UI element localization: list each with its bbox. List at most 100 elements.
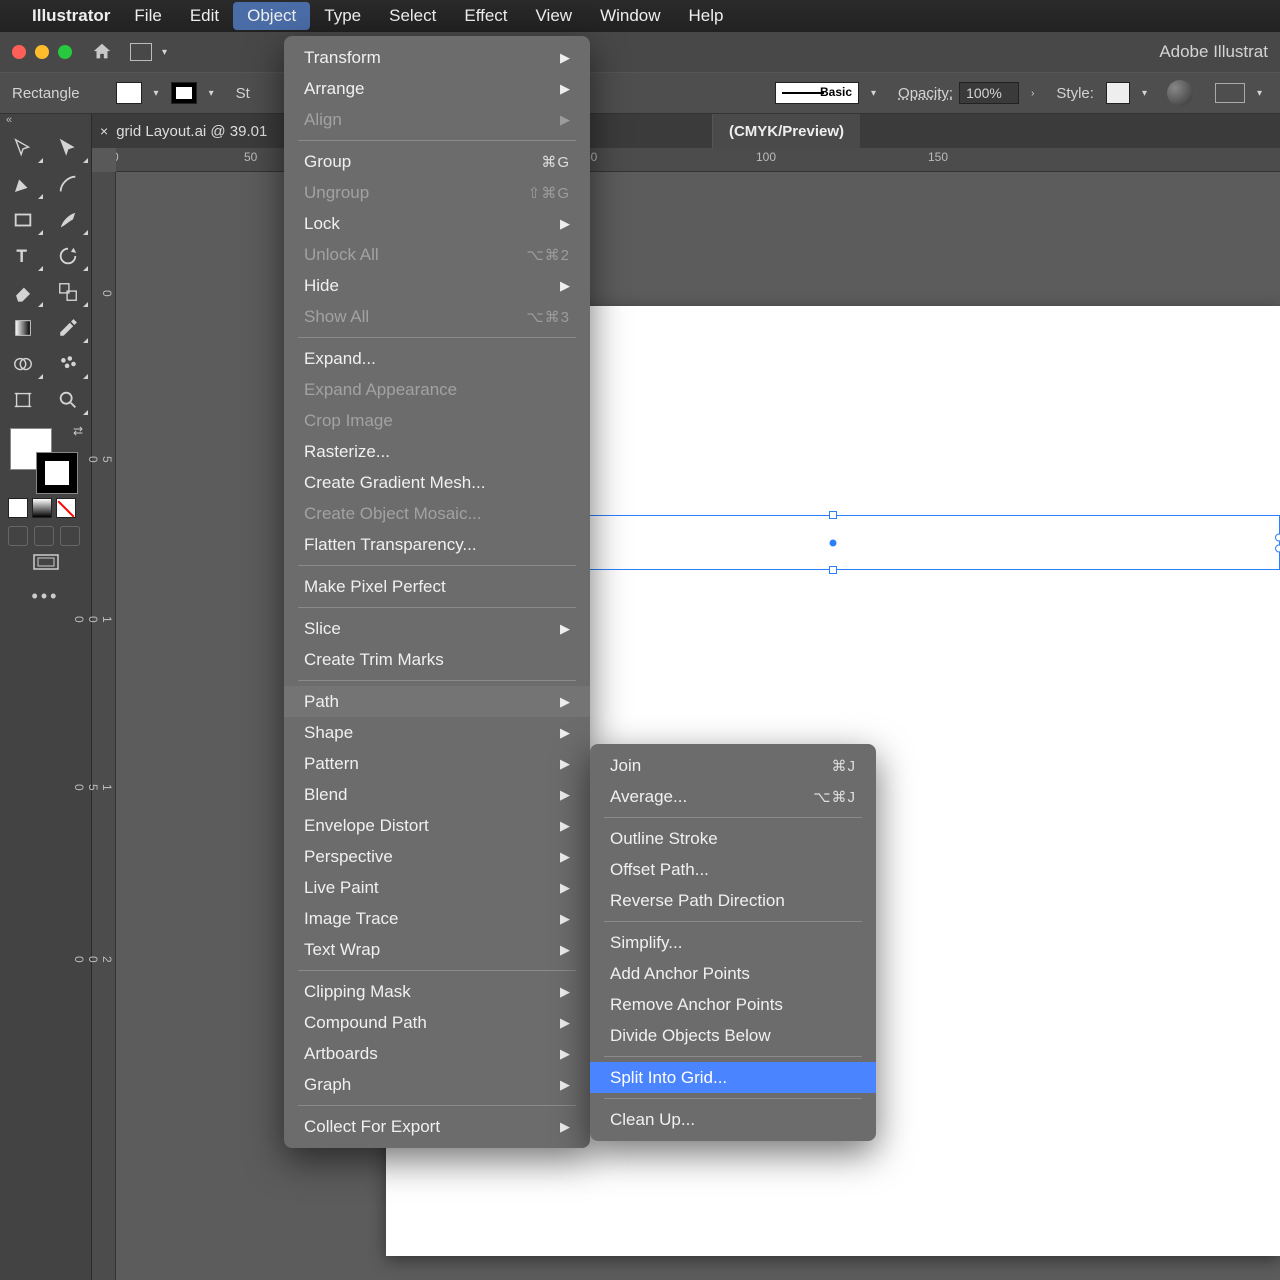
panel-collapse-icon[interactable]: «: [0, 114, 91, 130]
menu-item-make-pixel-perfect[interactable]: Make Pixel Perfect: [284, 571, 590, 602]
doc-setup-icon[interactable]: [1215, 83, 1245, 103]
menu-type[interactable]: Type: [310, 2, 375, 30]
document-tab-label[interactable]: grid Layout.ai @ 39.01: [116, 123, 267, 140]
screen-mode-icon[interactable]: [0, 550, 91, 578]
style-swatch[interactable]: [1106, 82, 1130, 104]
chevron-down-icon[interactable]: ▾: [865, 88, 882, 99]
draw-behind-icon[interactable]: [34, 526, 54, 546]
opacity-label[interactable]: Opacity:: [898, 85, 953, 102]
color-mode-icon[interactable]: [8, 498, 28, 518]
menu-window[interactable]: Window: [586, 2, 674, 30]
eraser-tool-icon[interactable]: [0, 274, 46, 310]
eyedropper-tool-icon[interactable]: [46, 310, 92, 346]
menu-item-outline-stroke[interactable]: Outline Stroke: [590, 823, 876, 854]
swap-fill-stroke-icon[interactable]: ⇄: [73, 424, 83, 438]
stroke-indicator[interactable]: [36, 452, 78, 494]
draw-inside-icon[interactable]: [60, 526, 80, 546]
menu-item-expand[interactable]: Expand...: [284, 343, 590, 374]
recolor-icon[interactable]: [1167, 80, 1193, 106]
menu-item-reverse-path-direction[interactable]: Reverse Path Direction: [590, 885, 876, 916]
gradient-tool-icon[interactable]: [0, 310, 46, 346]
menu-item-slice[interactable]: Slice▶: [284, 613, 590, 644]
menu-view[interactable]: View: [522, 2, 587, 30]
chevron-down-icon[interactable]: ▾: [203, 88, 220, 99]
menu-item-perspective[interactable]: Perspective▶: [284, 841, 590, 872]
menu-item-graph[interactable]: Graph▶: [284, 1069, 590, 1100]
edit-toolbar-icon[interactable]: •••: [0, 578, 91, 614]
menu-item-offset-path[interactable]: Offset Path...: [590, 854, 876, 885]
fill-swatch[interactable]: [116, 82, 142, 104]
chevron-down-icon[interactable]: ▾: [1136, 88, 1153, 99]
paintbrush-tool-icon[interactable]: [46, 202, 92, 238]
menu-item-live-paint[interactable]: Live Paint▶: [284, 872, 590, 903]
stroke-swatch[interactable]: [171, 82, 197, 104]
scale-tool-icon[interactable]: [46, 274, 92, 310]
type-tool-icon[interactable]: T: [0, 238, 46, 274]
selection-handle[interactable]: [829, 511, 837, 519]
opacity-input[interactable]: 100%: [959, 82, 1019, 104]
chevron-right-icon[interactable]: ›: [1025, 88, 1040, 99]
menu-item-text-wrap[interactable]: Text Wrap▶: [284, 934, 590, 965]
chevron-down-icon[interactable]: ▾: [156, 47, 173, 58]
menu-item-clean-up[interactable]: Clean Up...: [590, 1104, 876, 1135]
close-window-icon[interactable]: [12, 45, 26, 59]
menu-edit[interactable]: Edit: [176, 2, 233, 30]
chevron-down-icon[interactable]: ▾: [1251, 88, 1268, 99]
menu-select[interactable]: Select: [375, 2, 450, 30]
artboard-tool-icon[interactable]: [0, 382, 46, 418]
home-icon[interactable]: [88, 38, 116, 66]
minimize-window-icon[interactable]: [35, 45, 49, 59]
arrange-docs-icon[interactable]: [130, 43, 152, 61]
brush-definition[interactable]: Basic: [775, 82, 859, 104]
menu-item-create-gradient-mesh[interactable]: Create Gradient Mesh...: [284, 467, 590, 498]
menu-item-flatten-transparency[interactable]: Flatten Transparency...: [284, 529, 590, 560]
menu-item-average[interactable]: Average...⌥⌘J: [590, 781, 876, 812]
menu-file[interactable]: File: [120, 2, 175, 30]
menu-item-rasterize[interactable]: Rasterize...: [284, 436, 590, 467]
none-mode-icon[interactable]: [56, 498, 76, 518]
symbol-sprayer-tool-icon[interactable]: [46, 346, 92, 382]
menu-item-simplify[interactable]: Simplify...: [590, 927, 876, 958]
selection-center[interactable]: [830, 539, 837, 546]
rectangle-tool-icon[interactable]: [0, 202, 46, 238]
tab-close-icon[interactable]: ×: [100, 123, 108, 139]
menu-help[interactable]: Help: [675, 2, 738, 30]
menu-item-clipping-mask[interactable]: Clipping Mask▶: [284, 976, 590, 1007]
vertical-ruler[interactable]: 0 5 0 1 0 0 1 5 0 2 0 0: [92, 172, 116, 1280]
menu-item-path[interactable]: Path▶: [284, 686, 590, 717]
menu-item-add-anchor-points[interactable]: Add Anchor Points: [590, 958, 876, 989]
selection-tool-icon[interactable]: [0, 130, 46, 166]
zoom-window-icon[interactable]: [58, 45, 72, 59]
menu-item-create-trim-marks[interactable]: Create Trim Marks: [284, 644, 590, 675]
menu-item-collect-for-export[interactable]: Collect For Export▶: [284, 1111, 590, 1142]
zoom-tool-icon[interactable]: [46, 382, 92, 418]
app-name[interactable]: Illustrator: [32, 6, 110, 26]
shape-builder-tool-icon[interactable]: [0, 346, 46, 382]
draw-normal-icon[interactable]: [8, 526, 28, 546]
menu-item-compound-path[interactable]: Compound Path▶: [284, 1007, 590, 1038]
selection-handle[interactable]: [829, 566, 837, 574]
pen-tool-icon[interactable]: [0, 166, 46, 202]
menu-item-divide-objects-below[interactable]: Divide Objects Below: [590, 1020, 876, 1051]
menu-item-arrange[interactable]: Arrange▶: [284, 73, 590, 104]
menu-item-hide[interactable]: Hide▶: [284, 270, 590, 301]
menu-effect[interactable]: Effect: [450, 2, 521, 30]
curvature-tool-icon[interactable]: [46, 166, 92, 202]
menu-object[interactable]: Object: [233, 2, 310, 30]
menu-item-image-trace[interactable]: Image Trace▶: [284, 903, 590, 934]
menu-item-group[interactable]: Group⌘G: [284, 146, 590, 177]
menu-item-envelope-distort[interactable]: Envelope Distort▶: [284, 810, 590, 841]
menu-item-transform[interactable]: Transform▶: [284, 42, 590, 73]
menu-item-pattern[interactable]: Pattern▶: [284, 748, 590, 779]
menu-item-blend[interactable]: Blend▶: [284, 779, 590, 810]
menu-item-split-into-grid[interactable]: Split Into Grid...: [590, 1062, 876, 1093]
rotate-tool-icon[interactable]: [46, 238, 92, 274]
menu-item-artboards[interactable]: Artboards▶: [284, 1038, 590, 1069]
menu-item-lock[interactable]: Lock▶: [284, 208, 590, 239]
menu-item-remove-anchor-points[interactable]: Remove Anchor Points: [590, 989, 876, 1020]
window-traffic-lights[interactable]: [12, 45, 72, 59]
gradient-mode-icon[interactable]: [32, 498, 52, 518]
fill-stroke-indicator[interactable]: ⇄: [0, 422, 91, 494]
chevron-down-icon[interactable]: ▾: [148, 88, 165, 99]
menu-item-shape[interactable]: Shape▶: [284, 717, 590, 748]
